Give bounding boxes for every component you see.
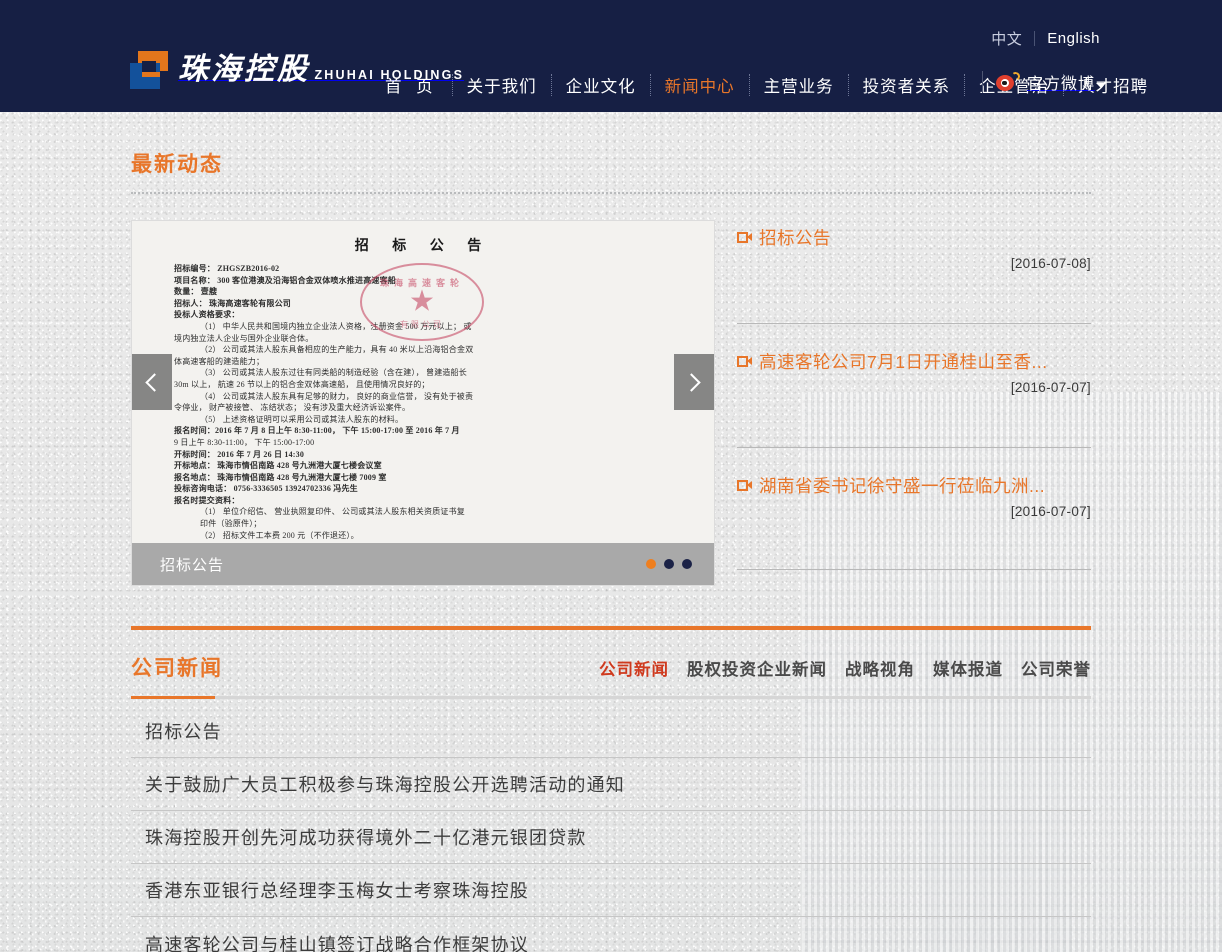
video-camera-icon: [737, 232, 752, 243]
latest-news-item[interactable]: 湖南省委书记徐守盛一行莅临九洲... [2016-07-07]: [737, 448, 1091, 547]
carousel-dot-indicators[interactable]: [646, 559, 692, 569]
document-line: 投标人资格要求：: [174, 309, 672, 321]
document-line: 9 日上午 8:30-11:00， 下午 15:00-17:00: [174, 437, 672, 449]
company-news-section: 公司新闻 公司新闻 股权投资企业新闻 战略视角 媒体报道 公司荣誉 招标公告 关…: [131, 626, 1091, 952]
document-line: 数量： 壹艘: [174, 286, 672, 298]
document-line: （1） 中华人民共和国境内独立企业法人资格，注册资金 500 万元以上； 或: [174, 321, 672, 333]
latest-updates-section: 最新动态 招 标 公 告 招标编号： ZHGSZB2016-02项目名称： 30…: [131, 112, 1091, 586]
tab-company-news[interactable]: 公司新闻: [599, 656, 669, 680]
document-line: 项目名称： 300 客位港澳及沿海铝合金双体喷水推进高速客船: [174, 275, 672, 287]
article-row[interactable]: 关于鼓励广大员工积极参与珠海控股公开选聘活动的通知: [131, 758, 1091, 811]
article-row[interactable]: 珠海控股开创先河成功获得境外二十亿港元银团贷款: [131, 811, 1091, 864]
carousel-dot-2[interactable]: [664, 559, 674, 569]
latest-news-date: [2016-07-08]: [737, 256, 1091, 271]
news-carousel[interactable]: 招 标 公 告 招标编号： ZHGSZB2016-02项目名称： 300 客位港…: [131, 220, 715, 586]
document-line: 体高速客船的建造能力；: [174, 356, 672, 368]
list-divider: [737, 569, 1091, 570]
chevron-left-icon: [145, 373, 163, 391]
document-line: 开标时间： 2016 年 7 月 26 日 14:30: [174, 449, 672, 461]
official-weibo-label: 官方微博: [1027, 70, 1095, 94]
company-news-title: 公司新闻: [131, 652, 223, 696]
article-title[interactable]: 香港东亚银行总经理李玉梅女士考察珠海控股: [145, 877, 529, 903]
article-title[interactable]: 关于鼓励广大员工积极参与珠海控股公开选聘活动的通知: [145, 771, 625, 797]
page-root: 中文 English 珠海控股 ZHUHAI HOLDINGS 首 页: [0, 0, 1222, 952]
language-link-english[interactable]: English: [1047, 30, 1100, 47]
weibo-icon: [996, 72, 1020, 92]
tabs-underline: [131, 696, 1091, 699]
latest-news-title[interactable]: 湖南省委书记徐守盛一行莅临九洲...: [759, 473, 1045, 498]
latest-news-item[interactable]: 高速客轮公司7月1日开通桂山至香... [2016-07-07]: [737, 324, 1091, 425]
carousel-slide-document: 招 标 公 告 招标编号： ZHGSZB2016-02项目名称： 300 客位港…: [132, 221, 714, 543]
weibo-separator: [982, 71, 983, 93]
latest-news-title[interactable]: 高速客轮公司7月1日开通桂山至香...: [759, 349, 1048, 374]
language-link-chinese[interactable]: 中文: [991, 28, 1022, 49]
document-line: （4） 公司或其法人股东具有足够的财力， 良好的商业信誉， 没有处于被责: [174, 391, 672, 403]
official-weibo-link[interactable]: 官方微博: [996, 70, 1106, 94]
latest-news-list: 招标公告 [2016-07-08] 高速客轮公司7月1日开通桂山至香... [2…: [737, 220, 1091, 586]
video-camera-icon: [737, 480, 752, 491]
tab-equity-investment-news[interactable]: 股权投资企业新闻: [687, 656, 827, 680]
document-title: 招 标 公 告: [174, 235, 672, 255]
article-title[interactable]: 高速客轮公司与桂山镇签订战略合作框架协议: [145, 931, 529, 952]
document-line: 令停业， 财产被接管、 冻结状态； 没有涉及重大经济诉讼案件。: [174, 402, 672, 414]
section-divider: [131, 192, 1091, 194]
document-line: 印件（验原件）；: [174, 518, 672, 530]
document-line: 招标人： 珠海高速客轮有限公司: [174, 298, 672, 310]
logo-text-chinese: 珠海控股: [178, 53, 310, 86]
active-tab-indicator: [131, 696, 215, 699]
nav-item-home[interactable]: 首 页: [375, 73, 452, 97]
nav-item-news-center[interactable]: 新闻中心: [651, 73, 749, 97]
carousel-prev-button[interactable]: [132, 354, 172, 410]
carousel-dot-1[interactable]: [646, 559, 656, 569]
document-body: 招标编号： ZHGSZB2016-02项目名称： 300 客位港澳及沿海铝合金双…: [174, 263, 672, 541]
latest-news-date: [2016-07-07]: [737, 504, 1091, 519]
document-line: （3） 公司或其法人股东过往有同类船的制造经验（含在建）， 曾建造船长: [174, 367, 672, 379]
site-header: 中文 English 珠海控股 ZHUHAI HOLDINGS 首 页: [0, 0, 1222, 112]
tab-company-honors[interactable]: 公司荣誉: [1021, 656, 1091, 680]
latest-updates-title: 最新动态: [131, 148, 1091, 178]
article-list: 招标公告 关于鼓励广大员工积极参与珠海控股公开选聘活动的通知 珠海控股开创先河成…: [131, 705, 1091, 952]
article-row[interactable]: 香港东亚银行总经理李玉梅女士考察珠海控股: [131, 864, 1091, 917]
language-switcher: 中文 English: [991, 28, 1100, 49]
article-row[interactable]: 高速客轮公司与桂山镇签订战略合作框架协议: [131, 917, 1091, 952]
carousel-caption-text: 招标公告: [160, 554, 224, 575]
latest-news-title[interactable]: 招标公告: [759, 225, 831, 250]
document-line: 开标地点： 珠海市情侣南路 428 号九洲港大厦七楼会议室: [174, 460, 672, 472]
document-line: 投标咨询电话： 0756-3336505 13924702336 冯先生: [174, 483, 672, 495]
carousel-dot-3[interactable]: [682, 559, 692, 569]
latest-news-date: [2016-07-07]: [737, 380, 1091, 395]
document-line: 招标编号： ZHGSZB2016-02: [174, 263, 672, 275]
nav-item-investor-relations[interactable]: 投资者关系: [849, 73, 965, 97]
carousel-next-button[interactable]: [674, 354, 714, 410]
nav-item-about-us[interactable]: 关于我们: [453, 73, 551, 97]
tab-strategic-perspective[interactable]: 战略视角: [845, 656, 915, 680]
video-camera-icon: [737, 356, 752, 367]
chevron-down-icon: [1096, 83, 1106, 88]
language-divider: [1034, 31, 1035, 46]
article-title[interactable]: 珠海控股开创先河成功获得境外二十亿港元银团贷款: [145, 824, 587, 850]
chevron-right-icon: [682, 373, 700, 391]
latest-news-item[interactable]: 招标公告 [2016-07-08]: [737, 224, 1091, 301]
tab-media-coverage[interactable]: 媒体报道: [933, 656, 1003, 680]
carousel-caption-bar: 招标公告: [132, 543, 714, 585]
document-line: 报名时间：2016 年 7 月 8 日上午 8:30-11:00， 下午 15:…: [174, 425, 672, 437]
document-line: 境内独立法人企业与国外企业联合体。: [174, 333, 672, 345]
nav-item-main-business[interactable]: 主营业务: [750, 73, 848, 97]
nav-item-corporate-culture[interactable]: 企业文化: [552, 73, 650, 97]
document-line: 报名地点： 珠海市情侣南路 428 号九洲港大厦七楼 7009 室: [174, 472, 672, 484]
document-line: （1） 单位介绍信、 营业执照复印件、 公司或其法人股东相关资质证书复: [174, 506, 672, 518]
document-line: （2） 招标文件工本费 200 元（不作退还）。: [174, 530, 672, 542]
article-title[interactable]: 招标公告: [145, 718, 222, 744]
logo-mark-icon: [130, 51, 168, 89]
company-news-tabs: 公司新闻 股权投资企业新闻 战略视角 媒体报道 公司荣誉: [599, 656, 1091, 696]
document-line: （5） 上述资格证明可以采用公司或其法人股东的材料。: [174, 414, 672, 426]
carousel-stage: 招 标 公 告 招标编号： ZHGSZB2016-02项目名称： 300 客位港…: [132, 221, 714, 543]
document-line: 30m 以上， 航速 26 节以上的铝合金双体高速船， 且使用情况良好的；: [174, 379, 672, 391]
document-line: 报名时提交资料：: [174, 495, 672, 507]
article-row[interactable]: 招标公告: [131, 705, 1091, 758]
document-line: （2） 公司或其法人股东具备相应的生产能力，具有 40 米以上沿海铝合金双: [174, 344, 672, 356]
